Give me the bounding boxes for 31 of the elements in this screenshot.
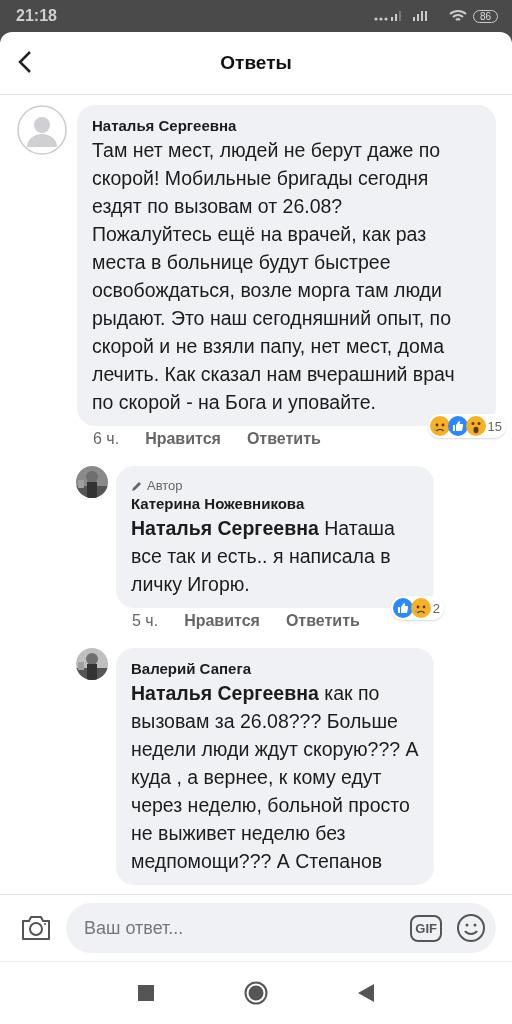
reaction-summary[interactable]: 15 <box>427 414 506 438</box>
surprised-face-icon <box>465 416 486 436</box>
sad-face-icon <box>410 598 431 618</box>
camera-button[interactable] <box>20 914 52 942</box>
reply-link[interactable]: Ответить <box>246 430 321 448</box>
comment-time: 6 ч. <box>93 430 120 448</box>
pencil-icon <box>131 479 143 492</box>
gif-button[interactable]: GIF <box>410 914 442 942</box>
reply-link[interactable]: Ответить <box>285 612 360 630</box>
home-button[interactable] <box>244 981 268 1005</box>
comment-time: 5 ч. <box>132 612 159 630</box>
comment-author[interactable]: Валерий Сапега <box>131 660 420 677</box>
author-label: Автор <box>147 478 183 493</box>
comment-text: Там нет мест, людей не берут даже по скорой! Мобильные бригады сегодня ездят по вызовам от 26.08? Пожалуйтесь ещё на врачей, как раз места в больнице будут быстрее освобождаться, возле морга там люди рыдают. Это наш сегодняшний опыт, по скорой и не взяли папу, нет мест, дома лечить. Как сказал нам вчерашний врач по скорой - на Бога и уповайте. <box>92 138 456 415</box>
thumbs-up-icon <box>392 598 413 618</box>
page-title: Ответы <box>220 52 292 74</box>
thumbs-up-icon <box>447 416 468 436</box>
sad-face-icon <box>429 416 450 436</box>
clock: 21:18 <box>16 7 57 25</box>
comment-text: Наталья Сергеевна Наташа все так и есть.. я написала в личку Игорю. <box>131 516 396 597</box>
wifi-icon <box>448 9 467 23</box>
emoji-icon[interactable] <box>456 913 486 943</box>
back-nav-button[interactable] <box>358 984 374 1002</box>
reply-input-field[interactable]: Ваш ответ... GIF <box>66 903 496 953</box>
reaction-summary[interactable]: 2 <box>390 596 444 620</box>
comment-author[interactable]: Наталья Сергеевна <box>92 117 466 134</box>
like-link[interactable]: Нравится <box>145 430 221 448</box>
avatar-icon <box>17 105 67 155</box>
comment-author[interactable]: Катерина Ножевникова <box>131 495 420 512</box>
like-link[interactable]: Нравится <box>184 612 260 630</box>
comment-text: Наталья Сергеевна как по вызовам за 26.08??? Больше недели люди ждут скорую??? А куда , а вернее, к кому едут через неделю, больной просто не выживет неделю без медпомощи??? А Степанов <box>131 681 420 874</box>
